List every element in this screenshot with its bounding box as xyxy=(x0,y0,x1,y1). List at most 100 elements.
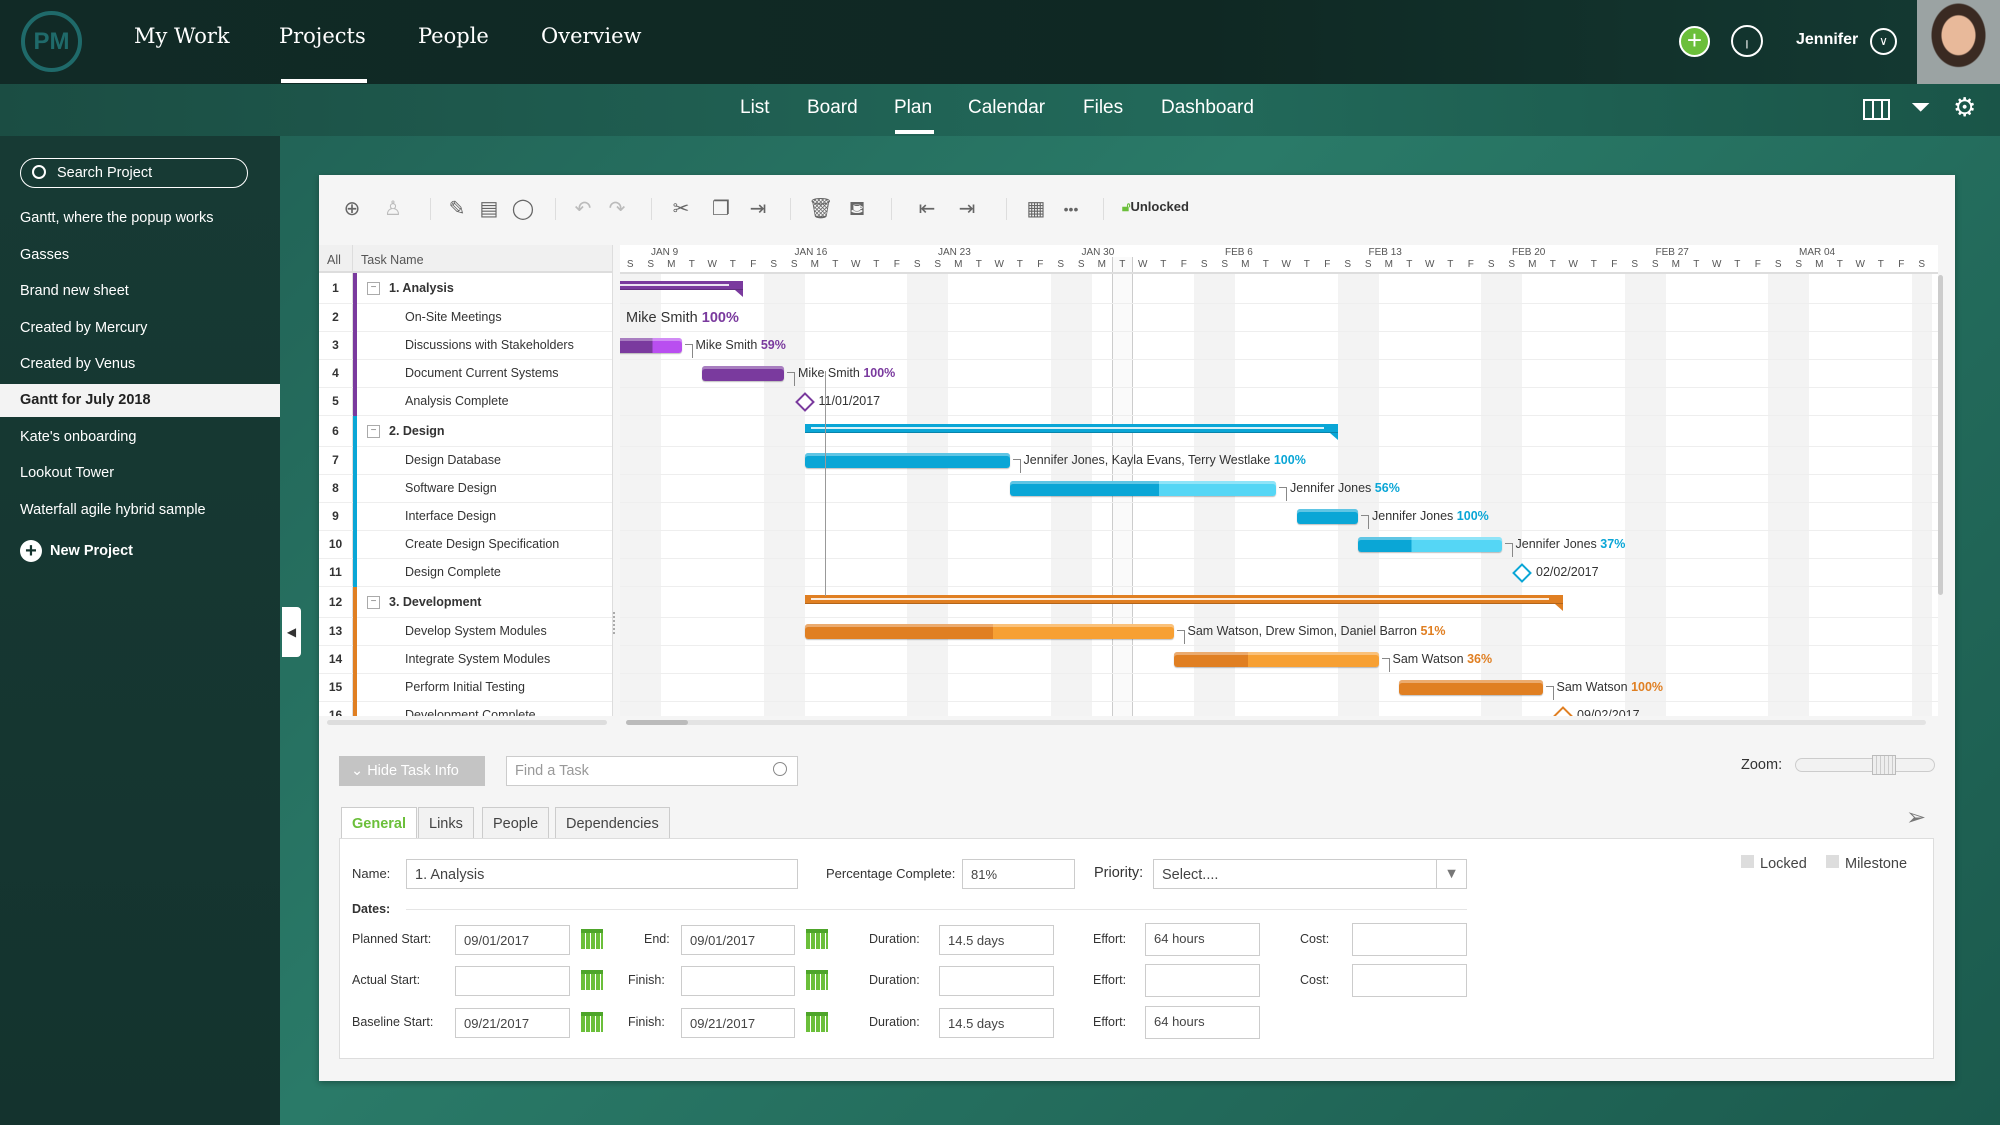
sidebar-project[interactable]: Lookout Tower xyxy=(20,465,114,481)
undo-icon[interactable]: ↶ xyxy=(571,197,595,221)
actual-end-input[interactable] xyxy=(681,966,795,996)
task-name[interactable]: Analysis Complete xyxy=(405,394,509,408)
chart-horizontal-scrollbar[interactable] xyxy=(626,720,1926,725)
planned-effort-input[interactable]: 64 hours xyxy=(1145,923,1260,956)
task-name[interactable]: Perform Initial Testing xyxy=(405,680,525,694)
sidebar-project[interactable]: Kate's onboarding xyxy=(20,429,136,445)
zoom-slider-thumb[interactable] xyxy=(1871,755,1896,775)
milestone-diamond[interactable] xyxy=(1553,706,1573,716)
task-bar[interactable] xyxy=(1173,652,1379,667)
sidebar-project[interactable]: Waterfall agile hybrid sample xyxy=(20,502,206,518)
task-bar[interactable] xyxy=(702,366,784,381)
task-bar[interactable] xyxy=(1009,481,1276,496)
actual-duration-input[interactable] xyxy=(939,966,1054,996)
actual-cost-input[interactable] xyxy=(1352,964,1467,997)
actual-effort-input[interactable] xyxy=(1145,964,1260,997)
paste-icon[interactable]: ⇥ xyxy=(746,197,770,221)
attachment-icon[interactable]: ✎ xyxy=(445,197,469,221)
task-name[interactable]: Discussions with Stakeholders xyxy=(405,338,574,352)
tab-plan[interactable]: Plan xyxy=(894,97,932,119)
task-name[interactable]: 1. Analysis xyxy=(389,281,454,295)
comment-icon[interactable]: ◯ xyxy=(511,197,535,221)
task-name[interactable]: 2. Design xyxy=(389,424,445,438)
add-icon[interactable]: + xyxy=(1679,26,1710,57)
task-name[interactable]: Integrate System Modules xyxy=(405,652,550,666)
planned-duration-input[interactable]: 14.5 days xyxy=(939,925,1054,955)
tab-list[interactable]: List xyxy=(740,97,770,119)
task-bar[interactable] xyxy=(1399,680,1543,695)
baseline-effort-input[interactable]: 64 hours xyxy=(1145,1006,1260,1039)
grid-horizontal-scrollbar[interactable] xyxy=(327,720,607,725)
col-task-name[interactable]: Task Name xyxy=(361,253,424,267)
sidebar-project[interactable]: Created by Mercury xyxy=(20,320,147,336)
task-name[interactable]: Interface Design xyxy=(405,509,496,523)
col-all[interactable]: All xyxy=(327,253,341,267)
baseline-start-input[interactable]: 09/21/2017 xyxy=(455,1008,570,1038)
chart-vertical-scrollbar[interactable] xyxy=(1938,275,1943,595)
name-input[interactable]: 1. Analysis xyxy=(406,859,798,889)
tab-links[interactable]: Links xyxy=(418,807,474,839)
sidebar-project-selected[interactable]: Gantt for July 2018 xyxy=(20,392,151,408)
fill-color-icon[interactable]: ⛾ xyxy=(845,197,869,221)
nav-my-work[interactable]: My Work xyxy=(134,24,230,48)
columns-icon[interactable]: ▦ xyxy=(1024,197,1048,221)
redo-icon[interactable]: ↷ xyxy=(605,197,629,221)
task-name[interactable]: Software Design xyxy=(405,481,497,495)
calendar-icon[interactable] xyxy=(581,970,603,990)
send-icon[interactable]: ➢ xyxy=(1906,803,1926,832)
copy-icon[interactable]: ❐ xyxy=(709,197,733,221)
planned-end-input[interactable]: 09/01/2017 xyxy=(681,925,795,955)
priority-select[interactable]: Select.... ▼ xyxy=(1153,859,1467,889)
calendar-icon[interactable] xyxy=(806,929,828,949)
assign-user-icon[interactable]: ♙ xyxy=(381,197,405,221)
collapse-toggle-icon[interactable]: − xyxy=(367,595,380,609)
sidebar-project[interactable]: Created by Venus xyxy=(20,356,135,372)
cut-icon[interactable]: ✂ xyxy=(669,197,693,221)
task-bar[interactable] xyxy=(620,338,682,353)
calendar-icon[interactable] xyxy=(806,970,828,990)
collapse-toggle-icon[interactable]: − xyxy=(367,424,380,438)
task-name[interactable]: Design Complete xyxy=(405,565,501,579)
search-project-input[interactable]: Search Project xyxy=(20,158,248,188)
new-project-button[interactable]: + New Project xyxy=(20,540,133,562)
baseline-end-input[interactable]: 09/21/2017 xyxy=(681,1008,795,1038)
sidebar-project[interactable]: Brand new sheet xyxy=(20,283,129,299)
task-bar[interactable] xyxy=(804,624,1174,639)
tab-board[interactable]: Board xyxy=(807,97,858,119)
add-icon[interactable]: ⊕ xyxy=(340,197,364,221)
gear-icon[interactable]: ⚙ xyxy=(1953,92,1976,123)
calendar-icon[interactable] xyxy=(581,1012,603,1032)
lock-status[interactable]: 🔓︎Unlocked xyxy=(1122,199,1189,215)
percentage-input[interactable]: 81% xyxy=(962,859,1075,889)
notes-icon[interactable]: ▤ xyxy=(477,197,501,221)
task-name[interactable]: Design Database xyxy=(405,453,501,467)
more-icon[interactable]: ••• xyxy=(1059,197,1083,221)
filter-icon[interactable]: ⏷ xyxy=(1911,94,1930,122)
task-name[interactable]: Develop System Modules xyxy=(405,624,547,638)
milestone-checkbox[interactable]: Milestone xyxy=(1826,855,1907,872)
delete-icon[interactable]: 🗑︎ xyxy=(808,197,833,221)
avatar[interactable] xyxy=(1917,0,2000,84)
tab-calendar[interactable]: Calendar xyxy=(968,97,1045,119)
calendar-icon[interactable] xyxy=(581,929,603,949)
splitter-handle[interactable] xyxy=(613,612,617,634)
planned-cost-input[interactable] xyxy=(1352,923,1467,956)
sidebar-project[interactable]: Gasses xyxy=(20,247,69,263)
outdent-icon[interactable]: ⇤ xyxy=(915,197,939,221)
user-name[interactable]: Jennifer xyxy=(1796,31,1858,49)
task-name[interactable]: Document Current Systems xyxy=(405,366,559,380)
actual-start-input[interactable] xyxy=(455,966,570,996)
task-name[interactable]: On-Site Meetings xyxy=(405,310,502,324)
task-name[interactable]: Create Design Specification xyxy=(405,537,559,551)
nav-people[interactable]: People xyxy=(418,24,489,48)
task-name[interactable]: 3. Development xyxy=(389,595,481,609)
grid-view-icon[interactable] xyxy=(1863,99,1890,120)
sidebar-project[interactable]: Gantt, where the popup works xyxy=(20,210,213,226)
indent-icon[interactable]: ⇥ xyxy=(955,197,979,221)
tab-people[interactable]: People xyxy=(482,807,550,839)
task-bar[interactable] xyxy=(804,453,1010,468)
timer-icon[interactable]: ╷ xyxy=(1731,25,1763,57)
tab-dashboard[interactable]: Dashboard xyxy=(1161,97,1254,119)
calendar-icon[interactable] xyxy=(806,1012,828,1032)
collapse-toggle-icon[interactable]: − xyxy=(367,281,380,295)
